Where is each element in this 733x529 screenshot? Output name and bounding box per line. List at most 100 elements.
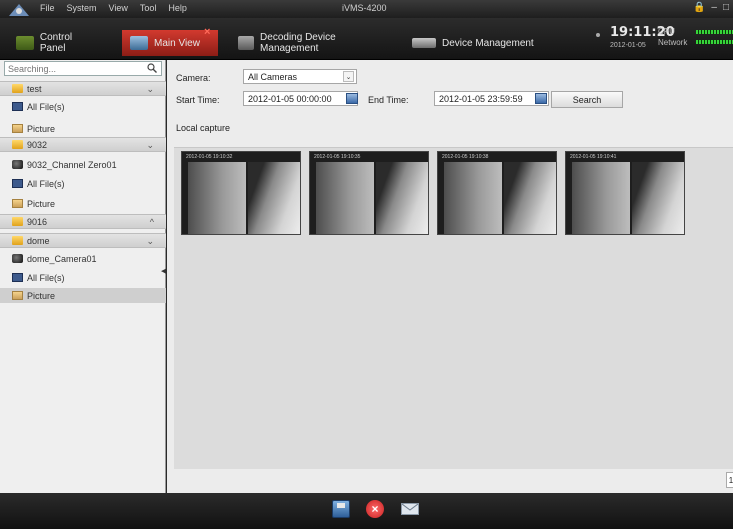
- sidebar-group-9016[interactable]: 9016 ^: [0, 214, 166, 229]
- chevron-down-icon[interactable]: ⌄: [146, 84, 154, 95]
- end-time-label: End Time:: [368, 95, 409, 105]
- chevron-down-icon[interactable]: ⌄: [146, 140, 154, 151]
- sidebar-item-all-files[interactable]: All File(s): [0, 176, 166, 191]
- window-controls: 🔒 – □: [693, 2, 729, 13]
- cpu-label: CPU: [658, 27, 675, 36]
- close-tab-icon[interactable]: ×: [204, 26, 216, 38]
- sidebar-item-dome-camera[interactable]: dome_Camera01: [0, 251, 166, 266]
- sidebar-item-all-files[interactable]: All File(s): [0, 99, 166, 114]
- sidebar-item-label: 9032: [27, 139, 48, 150]
- folder-icon: [12, 236, 23, 245]
- thumbnail-timestamp: 2012-01-05 19:10:35: [314, 154, 361, 160]
- camera-select[interactable]: All Cameras ⌄: [243, 69, 357, 84]
- sidebar-item-label: Picture: [27, 198, 56, 209]
- device-management-icon: [412, 38, 436, 48]
- capture-thumbnail[interactable]: 2012-01-05 19:10:41: [565, 151, 685, 235]
- sidebar-item-label: All File(s): [27, 178, 65, 189]
- chevron-down-icon[interactable]: ⌄: [343, 71, 354, 82]
- folder-icon: [12, 140, 23, 149]
- start-time-field[interactable]: 2012-01-05 00:00:00: [243, 91, 358, 106]
- menu-file[interactable]: File: [40, 3, 55, 13]
- picture-icon: [12, 291, 23, 300]
- disk-icon: [12, 273, 23, 282]
- delete-icon[interactable]: ×: [366, 500, 384, 518]
- start-time-value: 2012-01-05 00:00:00: [248, 93, 332, 104]
- page-number[interactable]: 1: [726, 472, 733, 488]
- search-box: [4, 61, 162, 76]
- tab-label: Decoding Device Management: [260, 32, 336, 54]
- clock-date: 2012-01-05: [610, 42, 646, 49]
- sidebar-item-label: Picture: [27, 123, 56, 134]
- start-time-label: Start Time:: [176, 95, 220, 105]
- collapse-sidebar-icon[interactable]: ◀: [161, 267, 166, 275]
- lock-icon[interactable]: 🔒: [693, 2, 705, 13]
- sidebar-item-picture-selected[interactable]: Picture: [0, 288, 166, 303]
- sidebar-item-label: All File(s): [27, 101, 65, 112]
- tab-label: Device Management: [442, 37, 534, 49]
- menu-tool[interactable]: Tool: [140, 3, 157, 13]
- calendar-icon[interactable]: [346, 93, 358, 104]
- picture-icon: [12, 124, 23, 133]
- camera-icon: [12, 254, 23, 263]
- disk-icon: [12, 102, 23, 111]
- chevron-up-icon[interactable]: ^: [150, 217, 154, 227]
- calendar-icon[interactable]: [535, 93, 547, 104]
- thumbnail-timestamp: 2012-01-05 19:10:41: [570, 154, 617, 160]
- sidebar-item-label: Picture: [27, 290, 56, 301]
- control-panel-icon: [16, 36, 34, 50]
- sidebar-item-label: 9016: [27, 216, 48, 227]
- disk-icon: [12, 179, 23, 188]
- sidebar-group-9032[interactable]: 9032 ⌄: [0, 137, 166, 152]
- capture-thumbnail[interactable]: 2012-01-05 19:10:38: [437, 151, 557, 235]
- menu-system[interactable]: System: [67, 3, 97, 13]
- sidebar-item-picture[interactable]: Picture: [0, 196, 166, 211]
- minimize-icon[interactable]: –: [711, 2, 717, 13]
- chevron-down-icon[interactable]: ⌄: [146, 236, 154, 247]
- sidebar-group-dome[interactable]: dome ⌄: [0, 233, 166, 248]
- end-time-field[interactable]: 2012-01-05 23:59:59: [434, 91, 549, 106]
- camera-label: Camera:: [176, 73, 211, 83]
- tab-control-panel[interactable]: Control Panel: [8, 30, 108, 56]
- sidebar-item-channel[interactable]: 9032_Channel Zero01: [0, 157, 166, 172]
- app-logo-icon: [8, 2, 30, 17]
- tab-decoding-device-management[interactable]: Decoding Device Management: [230, 30, 390, 56]
- sidebar-item-label: dome_Camera01: [27, 253, 97, 264]
- maximize-icon[interactable]: □: [723, 2, 729, 13]
- capture-thumbnail[interactable]: 2012-01-05 19:10:32: [181, 151, 301, 235]
- menu-view[interactable]: View: [109, 3, 128, 13]
- network-label: Network: [658, 38, 688, 47]
- network-meter: [696, 40, 733, 44]
- folder-icon: [12, 217, 23, 226]
- capture-thumbnail[interactable]: 2012-01-05 19:10:35: [309, 151, 429, 235]
- sidebar-item-label: All File(s): [27, 272, 65, 283]
- search-input[interactable]: [8, 63, 138, 75]
- window-title: iVMS-4200: [342, 3, 387, 13]
- menu-help[interactable]: Help: [168, 3, 187, 13]
- menu-bar: File System View Tool Help: [40, 3, 187, 13]
- picture-icon: [12, 199, 23, 208]
- search-button[interactable]: Search: [551, 91, 623, 108]
- local-capture-label: Local capture: [176, 123, 231, 133]
- sidebar-item-label: dome: [27, 235, 50, 246]
- camera-icon: [12, 160, 23, 169]
- email-icon[interactable]: [401, 503, 419, 515]
- tab-label: Main View: [154, 37, 200, 49]
- end-time-value: 2012-01-05 23:59:59: [439, 93, 523, 104]
- tab-device-management[interactable]: Device Management: [404, 30, 544, 56]
- save-icon[interactable]: [332, 500, 350, 518]
- sidebar-item-label: 9032_Channel Zero01: [27, 159, 117, 170]
- tab-label: Control Panel: [39, 32, 73, 54]
- search-icon[interactable]: [147, 63, 157, 73]
- thumbnail-timestamp: 2012-01-05 19:10:32: [186, 154, 233, 160]
- sidebar-item-picture[interactable]: Picture: [0, 121, 166, 136]
- main-panel: Camera: All Cameras ⌄ Start Time: 2012-0…: [167, 60, 733, 493]
- thumbnail-timestamp: 2012-01-05 19:10:38: [442, 154, 489, 160]
- main-view-icon: [130, 36, 148, 50]
- sidebar-item-all-files[interactable]: All File(s): [0, 270, 166, 285]
- cpu-meter: [696, 30, 733, 34]
- decoding-device-icon: [238, 36, 255, 50]
- status-panel: 19:11:20 2012-01-05 CPU Network: [596, 24, 733, 56]
- bottom-toolbar: ×: [0, 493, 733, 529]
- sidebar-item-label: test: [27, 83, 42, 94]
- sidebar-group-test[interactable]: test ⌄: [0, 81, 166, 96]
